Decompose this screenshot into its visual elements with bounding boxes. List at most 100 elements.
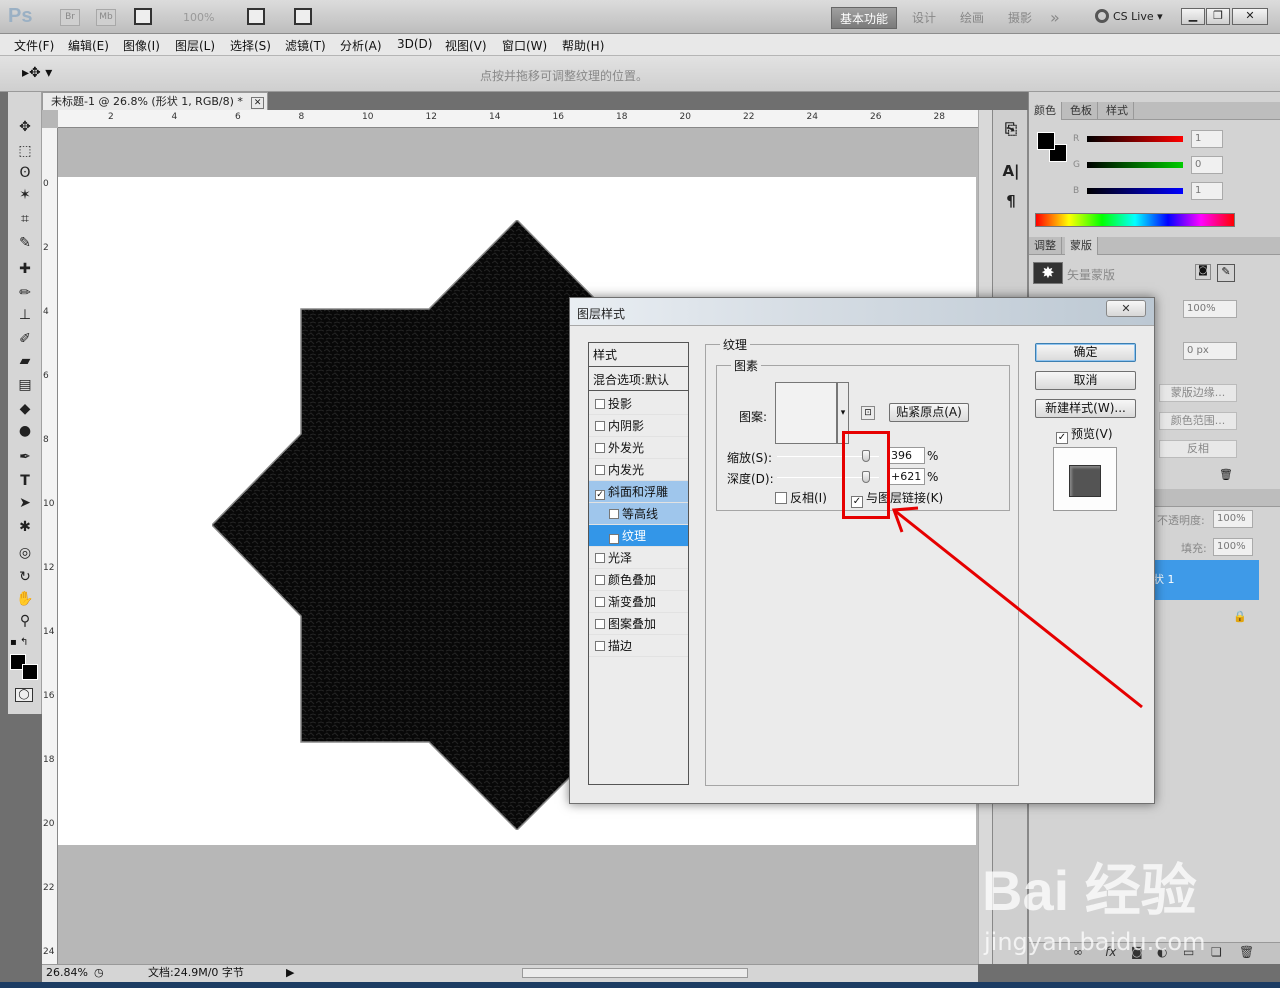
green-value[interactable]: 0	[1191, 156, 1223, 174]
style-item[interactable]: 光泽	[589, 547, 688, 569]
workspace-photography-button[interactable]: 摄影	[1002, 7, 1038, 29]
zoom-tool-icon[interactable]: ⚲	[16, 612, 34, 630]
swap-colors-icon[interactable]: ▪ ↰	[10, 637, 40, 649]
ok-button[interactable]: 确定	[1035, 343, 1136, 362]
screen-mode-icon[interactable]	[294, 8, 312, 25]
blue-value[interactable]: 1	[1191, 182, 1223, 200]
menu-edit[interactable]: 编辑(E)	[68, 37, 109, 54]
styles-header[interactable]: 样式	[589, 343, 688, 367]
menu-window[interactable]: 窗口(W)	[502, 37, 547, 54]
arrange-documents-icon[interactable]	[247, 8, 265, 25]
crop-tool-icon[interactable]: ⌗	[16, 210, 34, 228]
red-value[interactable]: 1	[1191, 130, 1223, 148]
blending-options-item[interactable]: 混合选项:默认	[589, 369, 688, 391]
close-window-icon[interactable]: ✕	[1232, 8, 1268, 25]
style-checkbox[interactable]	[595, 575, 605, 585]
style-checkbox[interactable]	[609, 509, 619, 519]
workspace-design-button[interactable]: 设计	[906, 7, 942, 29]
3d-rotate-icon[interactable]: ◎	[16, 544, 34, 562]
preview-checkbox[interactable]: ✓	[1056, 432, 1068, 444]
history-panel-icon[interactable]: ⎘	[1002, 120, 1020, 138]
invert-checkbox[interactable]	[775, 492, 787, 504]
blue-slider[interactable]	[1087, 188, 1183, 194]
green-slider[interactable]	[1087, 162, 1183, 168]
style-item[interactable]: 颜色叠加	[589, 569, 688, 591]
document-tab[interactable]: 未标题-1 @ 26.8% (形状 1, RGB/8) * ✕	[42, 92, 268, 110]
delete-mask-icon[interactable]: 🗑	[1219, 468, 1233, 481]
invert-mask-button[interactable]: 反相	[1159, 440, 1237, 458]
3d-orbit-icon[interactable]: ↻	[16, 568, 34, 586]
tab-adjustments[interactable]: 调整	[1029, 237, 1062, 255]
paragraph-panel-icon[interactable]: ¶	[1002, 192, 1020, 210]
style-checkbox[interactable]	[595, 641, 605, 651]
menu-view[interactable]: 视图(V)	[445, 37, 487, 54]
style-item[interactable]: ✓ 纹理	[589, 525, 688, 547]
delete-layer-icon[interactable]: 🗑	[1239, 945, 1254, 959]
workspace-painting-button[interactable]: 绘画	[954, 7, 990, 29]
preview-row[interactable]: ✓ 预览(V)	[1056, 425, 1113, 444]
depth-value[interactable]: +621	[887, 468, 925, 485]
dialog-close-icon[interactable]: ✕	[1106, 300, 1146, 317]
color-spectrum[interactable]	[1035, 213, 1235, 227]
dodge-tool-icon[interactable]: ●	[16, 422, 34, 440]
style-checkbox[interactable]	[595, 399, 605, 409]
opacity-value[interactable]: 100%	[1213, 510, 1253, 528]
healing-brush-icon[interactable]: ✚	[16, 260, 34, 278]
hand-tool-icon[interactable]: ✋	[16, 590, 34, 608]
selected-layer-row[interactable]: 状 1	[1145, 560, 1259, 600]
style-item[interactable]: ✓ 斜面和浮雕	[589, 481, 688, 503]
pattern-swatch[interactable]	[775, 382, 837, 444]
zoom-level[interactable]: 100%	[183, 11, 214, 24]
quick-mask-icon[interactable]: ◯	[15, 688, 33, 702]
mask-edge-button[interactable]: 蒙版边缘...	[1159, 384, 1237, 402]
brush-tool-icon[interactable]: ✏	[16, 284, 34, 302]
menu-filter[interactable]: 滤镜(T)	[285, 37, 326, 54]
style-checkbox[interactable]	[595, 597, 605, 607]
tab-styles[interactable]: 样式	[1101, 102, 1134, 120]
marquee-tool-icon[interactable]: ⬚	[16, 142, 34, 160]
clone-stamp-icon[interactable]: ⊥	[16, 306, 34, 324]
style-checkbox[interactable]: ✓	[609, 534, 619, 544]
style-item[interactable]: 内发光	[589, 459, 688, 481]
dialog-titlebar[interactable]: 图层样式 ✕	[570, 298, 1154, 326]
pixel-mask-icon[interactable]: ◙	[1195, 264, 1211, 280]
minimize-icon[interactable]: ▁	[1181, 8, 1205, 25]
style-checkbox[interactable]	[595, 443, 605, 453]
menu-layer[interactable]: 图层(L)	[175, 37, 215, 54]
mask-feather-value[interactable]: 0 px	[1183, 342, 1237, 360]
red-slider[interactable]	[1087, 136, 1183, 142]
new-style-button[interactable]: 新建样式(W)...	[1035, 399, 1136, 418]
cancel-button[interactable]: 取消	[1035, 371, 1136, 390]
menu-help[interactable]: 帮助(H)	[562, 37, 604, 54]
style-item[interactable]: 图案叠加	[589, 613, 688, 635]
path-selection-icon[interactable]: ➤	[16, 494, 34, 512]
close-tab-icon[interactable]: ✕	[250, 97, 265, 109]
style-item[interactable]: 描边	[589, 635, 688, 657]
menu-file[interactable]: 文件(F)	[14, 37, 54, 54]
style-checkbox[interactable]	[595, 619, 605, 629]
menu-analysis[interactable]: 分析(A)	[340, 37, 382, 54]
style-item[interactable]: 外发光	[589, 437, 688, 459]
menu-3d[interactable]: 3D(D)	[397, 37, 432, 51]
color-foreground-swatch[interactable]	[1037, 132, 1055, 150]
background-color-swatch[interactable]	[22, 664, 38, 680]
magic-wand-icon[interactable]: ✶	[16, 186, 34, 204]
tab-color[interactable]: 颜色	[1029, 102, 1062, 120]
move-tool-preset-icon[interactable]: ▸✥ ▾	[22, 65, 52, 81]
new-preset-icon[interactable]: ⊡	[861, 406, 875, 420]
pen-tool-icon[interactable]: ✒	[16, 448, 34, 466]
bridge-button[interactable]: Br	[60, 9, 80, 26]
blur-tool-icon[interactable]: ◆	[16, 400, 34, 418]
restore-icon[interactable]: ❐	[1206, 8, 1230, 25]
style-item[interactable]: 等高线	[589, 503, 688, 525]
view-extras-icon[interactable]	[134, 8, 152, 25]
style-item[interactable]: 渐变叠加	[589, 591, 688, 613]
style-item[interactable]: 内阴影	[589, 415, 688, 437]
fill-value[interactable]: 100%	[1213, 538, 1253, 556]
style-checkbox[interactable]	[595, 421, 605, 431]
new-layer-icon[interactable]: ❏	[1211, 945, 1222, 959]
style-checkbox[interactable]	[595, 553, 605, 563]
minibridge-button[interactable]: Mb	[96, 9, 116, 26]
snap-to-origin-button[interactable]: 贴紧原点(A)	[889, 403, 969, 422]
menu-select[interactable]: 选择(S)	[230, 37, 271, 54]
